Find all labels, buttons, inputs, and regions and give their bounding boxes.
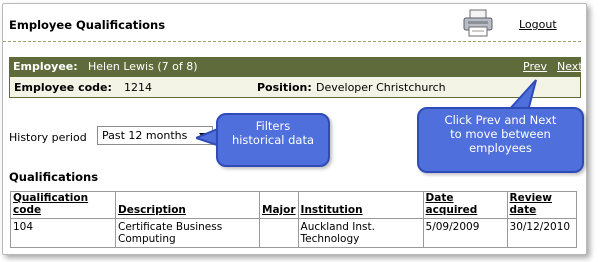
- navigation-callout: Click Prev and Next to move between empl…: [417, 107, 584, 173]
- cell-description: Certificate Business Computing: [115, 218, 260, 248]
- cell-qualification-code: 104: [10, 218, 116, 248]
- history-period-label: History period: [9, 131, 87, 144]
- employee-bar: Employee: Helen Lewis (7 of 8) Prev Next: [9, 57, 583, 77]
- cell-date-acquired: 5/09/2009: [422, 218, 508, 248]
- employee-name: Helen Lewis (7 of 8): [88, 60, 198, 73]
- cell-review-date: 30/12/2010: [506, 218, 577, 248]
- qualifications-table: Qualification code Description Major Ins…: [10, 191, 577, 248]
- table-header-row: Qualification code Description Major Ins…: [10, 191, 577, 219]
- nav-callout-line1: Click Prev and Next: [444, 113, 557, 127]
- cell-institution: Auckland Inst. Technology: [297, 218, 424, 248]
- filters-callout-line1: Filters: [255, 119, 291, 133]
- nav-callout-line3: employees: [469, 141, 532, 155]
- column-header-review-date[interactable]: Review date: [506, 191, 577, 219]
- cell-major: [259, 218, 299, 248]
- nav-callout-line2: to move between: [450, 127, 551, 141]
- column-header-date-acquired[interactable]: Date acquired: [422, 191, 508, 219]
- filters-callout: Filters historical data: [216, 113, 330, 167]
- next-link[interactable]: Next: [557, 60, 583, 73]
- employee-label: Employee:: [13, 60, 78, 73]
- history-period-value: Past 12 months: [102, 129, 188, 142]
- employee-code-value: 1214: [124, 81, 152, 94]
- logout-link[interactable]: Logout: [519, 18, 557, 31]
- filters-callout-line2: historical data: [231, 133, 315, 147]
- employee-code-label: Employee code:: [14, 81, 112, 94]
- prev-link[interactable]: Prev: [523, 60, 547, 73]
- employee-details-bar: Employee code: 1214 Position: Developer …: [9, 77, 581, 98]
- column-header-description[interactable]: Description: [115, 191, 260, 219]
- column-header-qualification-code[interactable]: Qualification code: [10, 191, 116, 219]
- position-value: Developer Christchurch: [316, 81, 446, 94]
- qualifications-heading: Qualifications: [9, 170, 99, 184]
- page-title: Employee Qualifications: [9, 18, 166, 32]
- column-header-major[interactable]: Major: [259, 191, 299, 219]
- column-header-institution[interactable]: Institution: [297, 191, 424, 219]
- position-label: Position:: [257, 81, 312, 94]
- table-row[interactable]: 104 Certificate Business Computing Auckl…: [10, 218, 577, 248]
- printer-icon[interactable]: [462, 8, 494, 38]
- header-divider: [3, 41, 586, 42]
